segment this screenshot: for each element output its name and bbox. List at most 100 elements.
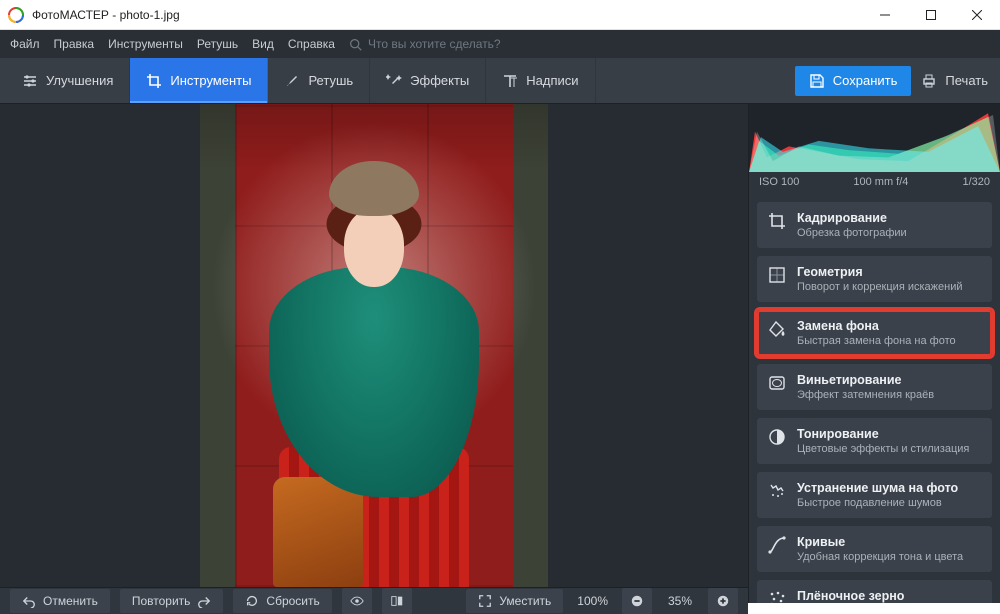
tool-sub: Цветовые эффекты и стилизация xyxy=(797,443,969,455)
split-compare-button[interactable] xyxy=(382,588,412,614)
search-placeholder: Что вы хотите сделать? xyxy=(368,37,501,51)
print-icon xyxy=(921,73,937,89)
tool-title: Виньетирование xyxy=(797,373,934,387)
geometry-icon xyxy=(767,265,787,285)
search-box[interactable]: Что вы хотите сделать? xyxy=(349,37,501,51)
shutter-label: 1/320 xyxy=(962,176,990,188)
tool-geometry[interactable]: Геометрия Поворот и коррекция искажений xyxy=(757,256,992,302)
zoom-in-button[interactable] xyxy=(708,588,738,614)
toolbar-tabs: Улучшения Инструменты Ретушь Эффекты Над… xyxy=(0,58,1000,104)
sliders-icon xyxy=(22,73,38,89)
reset-button[interactable]: Сбросить xyxy=(233,589,331,613)
reset-label: Сбросить xyxy=(266,594,319,608)
save-icon xyxy=(809,73,825,89)
tab-label: Улучшения xyxy=(46,73,113,88)
main-area: Отменить Повторить Сбросить Уместить 100… xyxy=(0,104,1000,603)
tool-sub: Быстрая замена фона на фото xyxy=(797,335,956,347)
menu-item[interactable]: Вид xyxy=(252,37,274,51)
tool-sub: Обрезка фотографии xyxy=(797,227,907,239)
tool-replace-bg[interactable]: Замена фона Быстрая замена фона на фото xyxy=(757,310,992,356)
save-button[interactable]: Сохранить xyxy=(795,66,912,96)
tab-label: Ретушь xyxy=(308,73,353,88)
tool-title: Устранение шума на фото xyxy=(797,481,958,495)
zoom-current[interactable]: 35% xyxy=(662,594,698,608)
tool-denoise[interactable]: Устранение шума на фото Быстрое подавлени… xyxy=(757,472,992,518)
tool-curves[interactable]: Кривые Удобная коррекция тона и цвета xyxy=(757,526,992,572)
eye-icon xyxy=(350,594,364,608)
tool-title: Кривые xyxy=(797,535,963,549)
fit-button[interactable]: Уместить xyxy=(466,589,563,613)
app-title: ФотоМАСТЕР - photo-1.jpg xyxy=(32,8,862,22)
iso-label: ISO 100 xyxy=(759,176,799,188)
menu-item[interactable]: Инструменты xyxy=(108,37,183,51)
noise-icon xyxy=(767,481,787,501)
tab-retouch[interactable]: Ретушь xyxy=(268,58,370,103)
tab-text[interactable]: Надписи xyxy=(486,58,595,103)
vignette-icon xyxy=(767,373,787,393)
grain-icon xyxy=(767,589,787,603)
tab-enhance[interactable]: Улучшения xyxy=(6,58,130,103)
tool-grain[interactable]: Плёночное зерноЭффекты зернистости и шум… xyxy=(757,580,992,603)
print-label: Печать xyxy=(945,73,988,88)
bucket-icon xyxy=(767,319,787,339)
crop-icon xyxy=(146,73,162,89)
tool-sub: Эффект затемнения краёв xyxy=(797,389,934,401)
tool-toning[interactable]: Тонирование Цветовые эффекты и стилизация xyxy=(757,418,992,464)
tab-effects[interactable]: Эффекты xyxy=(370,58,486,103)
wand-icon xyxy=(386,73,402,89)
tab-label: Надписи xyxy=(526,73,578,88)
print-button[interactable]: Печать xyxy=(921,73,988,89)
plus-icon xyxy=(716,594,730,608)
photo-person-illustration xyxy=(259,147,489,587)
histogram-meta: ISO 100 100 mm f/4 1/320 xyxy=(749,172,1000,194)
split-icon xyxy=(390,594,404,608)
tool-title: Геометрия xyxy=(797,265,962,279)
undo-button[interactable]: Отменить xyxy=(10,589,110,613)
tab-label: Эффекты xyxy=(410,73,469,88)
tool-title: Замена фона xyxy=(797,319,956,333)
redo-button[interactable]: Повторить xyxy=(120,589,224,613)
minus-icon xyxy=(630,594,644,608)
canvas-stage[interactable] xyxy=(0,104,748,587)
menu-item[interactable]: Ретушь xyxy=(197,37,238,51)
menu-item[interactable]: Правка xyxy=(54,37,95,51)
right-panel: ISO 100 100 mm f/4 1/320 Кадрирование Обр… xyxy=(748,104,1000,603)
minimize-button[interactable] xyxy=(862,0,908,30)
photo-preview xyxy=(200,104,548,587)
menu-item[interactable]: Справка xyxy=(288,37,335,51)
text-icon xyxy=(502,73,518,89)
tool-crop[interactable]: Кадрирование Обрезка фотографии xyxy=(757,202,992,248)
tool-sub: Удобная коррекция тона и цвета xyxy=(797,551,963,563)
tool-title: Тонирование xyxy=(797,427,969,441)
search-icon xyxy=(349,38,362,51)
tool-list[interactable]: Кадрирование Обрезка фотографии Геометрия… xyxy=(749,194,1000,603)
undo-label: Отменить xyxy=(43,594,98,608)
zoom-out-button[interactable] xyxy=(622,588,652,614)
crop-icon xyxy=(767,211,787,231)
tool-vignette[interactable]: Виньетирование Эффект затемнения краёв xyxy=(757,364,992,410)
histogram xyxy=(749,104,1000,172)
canvas-area: Отменить Повторить Сбросить Уместить 100… xyxy=(0,104,748,603)
fit-icon xyxy=(478,594,492,608)
lens-label: 100 mm f/4 xyxy=(853,176,908,188)
reset-icon xyxy=(245,594,259,608)
tool-title: Плёночное зерно xyxy=(797,589,953,603)
tab-label: Инструменты xyxy=(170,73,251,88)
window-controls xyxy=(862,0,1000,30)
compare-eye-button[interactable] xyxy=(342,588,372,614)
tool-title: Кадрирование xyxy=(797,211,907,225)
redo-icon xyxy=(197,594,211,608)
undo-icon xyxy=(22,594,36,608)
tool-sub: Поворот и коррекция искажений xyxy=(797,281,962,293)
tab-tools[interactable]: Инструменты xyxy=(130,58,268,103)
tone-icon xyxy=(767,427,787,447)
bottom-bar: Отменить Повторить Сбросить Уместить 100… xyxy=(0,587,748,614)
menu-item[interactable]: Файл xyxy=(10,37,40,51)
close-button[interactable] xyxy=(954,0,1000,30)
tool-sub: Быстрое подавление шумов xyxy=(797,497,958,509)
app-logo-icon xyxy=(8,7,24,23)
maximize-button[interactable] xyxy=(908,0,954,30)
zoom-100[interactable]: 100% xyxy=(573,594,612,608)
save-label: Сохранить xyxy=(833,73,898,88)
fit-label: Уместить xyxy=(499,594,551,608)
